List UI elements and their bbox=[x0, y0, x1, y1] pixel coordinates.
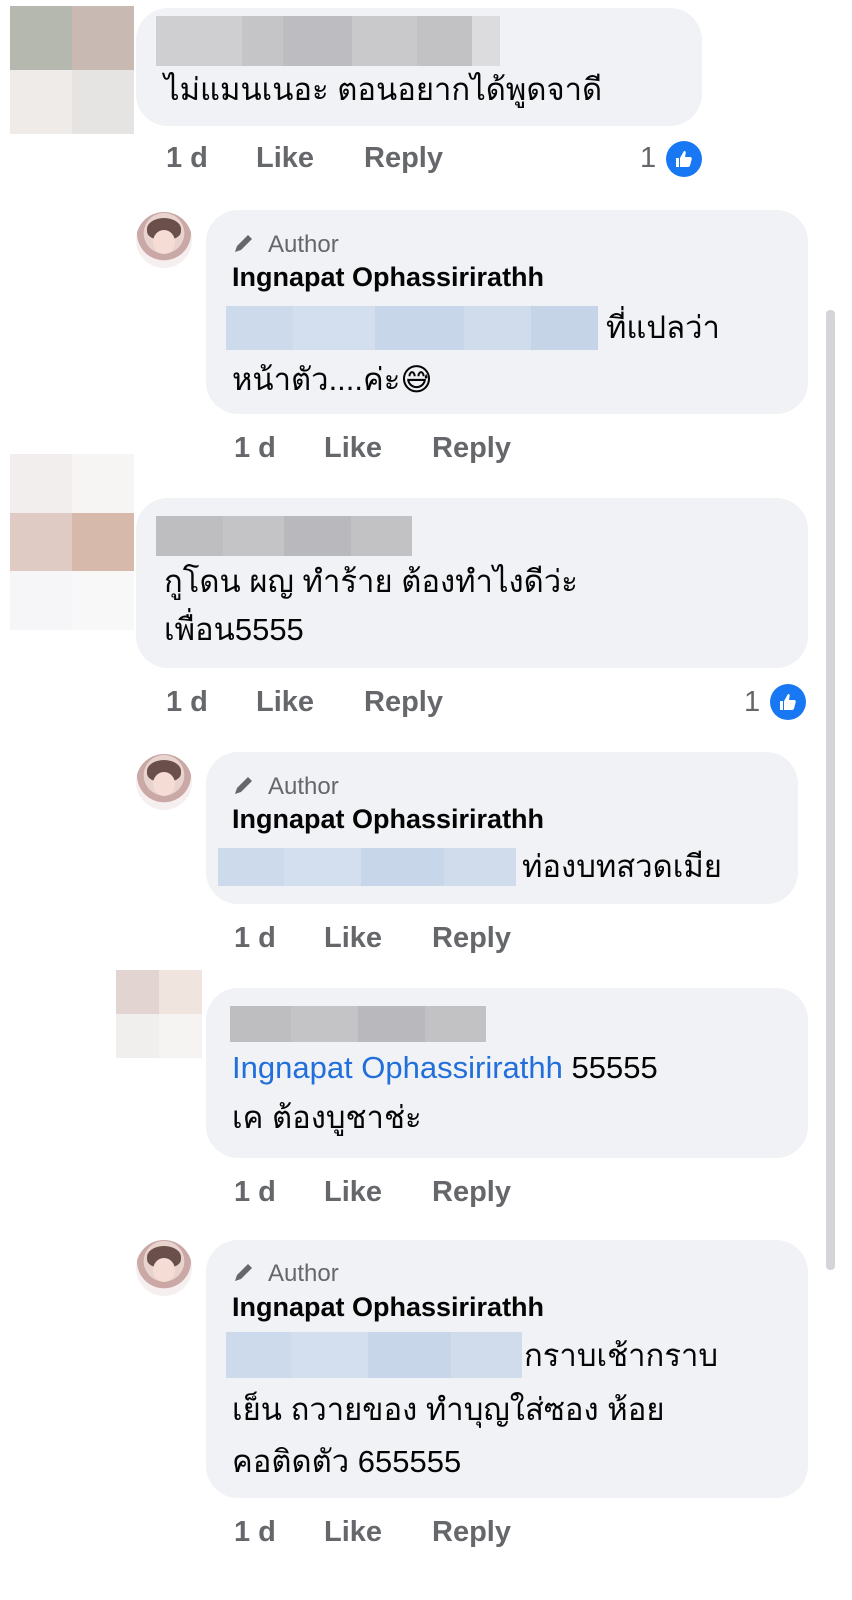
pencil-icon bbox=[235, 235, 252, 252]
comment-text: เย็น ถวายของ ทำบุญใส่ซอง ห้อย bbox=[232, 1392, 665, 1427]
comment-text: 55555 bbox=[571, 1050, 658, 1085]
mention-link[interactable]: Ingnapat Ophassirirathh bbox=[232, 1050, 563, 1085]
author-name[interactable]: Ingnapat Ophassirirathh bbox=[232, 804, 544, 835]
author-badge: Author bbox=[268, 773, 339, 800]
author-name[interactable]: Ingnapat Ophassirirathh bbox=[232, 1292, 544, 1323]
like-link[interactable]: Like bbox=[324, 922, 382, 955]
comment-time[interactable]: 1 d bbox=[166, 142, 208, 175]
reaction-count[interactable]: 1 bbox=[744, 686, 760, 719]
reply-link[interactable]: Reply bbox=[364, 142, 443, 175]
redacted-mention bbox=[226, 1332, 522, 1378]
thumbs-up-icon[interactable] bbox=[666, 141, 702, 177]
redacted-name bbox=[156, 516, 412, 556]
comment-text: คอติดตัว 655555 bbox=[232, 1444, 462, 1479]
comment-text-line: Ingnapat Ophassirirathh 55555 bbox=[232, 1044, 658, 1092]
like-link[interactable]: Like bbox=[256, 686, 314, 719]
comment-time[interactable]: 1 d bbox=[234, 922, 276, 955]
comment-time[interactable]: 1 d bbox=[234, 1176, 276, 1209]
author-name[interactable]: Ingnapat Ophassirirathh bbox=[232, 262, 544, 293]
comment-time[interactable]: 1 d bbox=[234, 1516, 276, 1549]
reply-link[interactable]: Reply bbox=[432, 1516, 511, 1549]
avatar-blurred[interactable] bbox=[116, 970, 202, 1058]
redacted-name bbox=[156, 16, 500, 66]
comment-bubble-5: Ingnapat Ophassirirathh 55555 เค ต้องบูช… bbox=[206, 988, 808, 1158]
like-link[interactable]: Like bbox=[324, 432, 382, 465]
pencil-icon bbox=[235, 1264, 252, 1281]
reply-link[interactable]: Reply bbox=[432, 922, 511, 955]
avatar-blurred[interactable] bbox=[10, 454, 134, 630]
comment-time[interactable]: 1 d bbox=[234, 432, 276, 465]
redacted-name bbox=[230, 1006, 486, 1042]
comment-text: ที่แปลว่า bbox=[606, 310, 720, 345]
comment-text: กราบเช้ากราบ bbox=[524, 1338, 719, 1373]
author-avatar[interactable] bbox=[136, 1240, 192, 1296]
reply-link[interactable]: Reply bbox=[432, 432, 511, 465]
like-link[interactable]: Like bbox=[324, 1176, 382, 1209]
author-avatar[interactable] bbox=[136, 754, 192, 810]
author-badge: Author bbox=[268, 1260, 339, 1287]
avatar-blurred[interactable] bbox=[10, 6, 134, 134]
reaction-count[interactable]: 1 bbox=[640, 142, 656, 175]
pencil-icon bbox=[235, 777, 252, 794]
comment-text: ท่องบทสวดเมีย bbox=[522, 849, 722, 884]
like-link[interactable]: Like bbox=[324, 1516, 382, 1549]
reply-link[interactable]: Reply bbox=[432, 1176, 511, 1209]
author-avatar[interactable] bbox=[136, 212, 192, 268]
author-badge: Author bbox=[268, 231, 339, 258]
comment-bubble-3: กูโดน ผญ ทำร้าย ต้องทำไงดีว่ะ เพื่อน5555 bbox=[136, 498, 808, 668]
comment-text: ไม่แมนเนอะ ตอนอยากได้พูดจาดี bbox=[164, 72, 603, 107]
comment-text: กูโดน ผญ ทำร้าย ต้องทำไงดีว่ะ bbox=[164, 564, 578, 599]
redacted-mention bbox=[226, 306, 598, 350]
comment-text: หน้าตัว....ค่ะ😅 bbox=[232, 362, 433, 397]
scrollbar[interactable] bbox=[826, 310, 835, 1270]
comment-bubble-1: ไม่แมนเนอะ ตอนอยากได้พูดจาดี bbox=[136, 8, 702, 126]
comment-text: เค ต้องบูชาช่ะ bbox=[232, 1100, 422, 1135]
comment-time[interactable]: 1 d bbox=[166, 686, 208, 719]
redacted-mention bbox=[218, 848, 516, 886]
like-link[interactable]: Like bbox=[256, 142, 314, 175]
thumbs-up-icon[interactable] bbox=[770, 684, 806, 720]
comment-text: เพื่อน5555 bbox=[164, 612, 304, 647]
reply-link[interactable]: Reply bbox=[364, 686, 443, 719]
